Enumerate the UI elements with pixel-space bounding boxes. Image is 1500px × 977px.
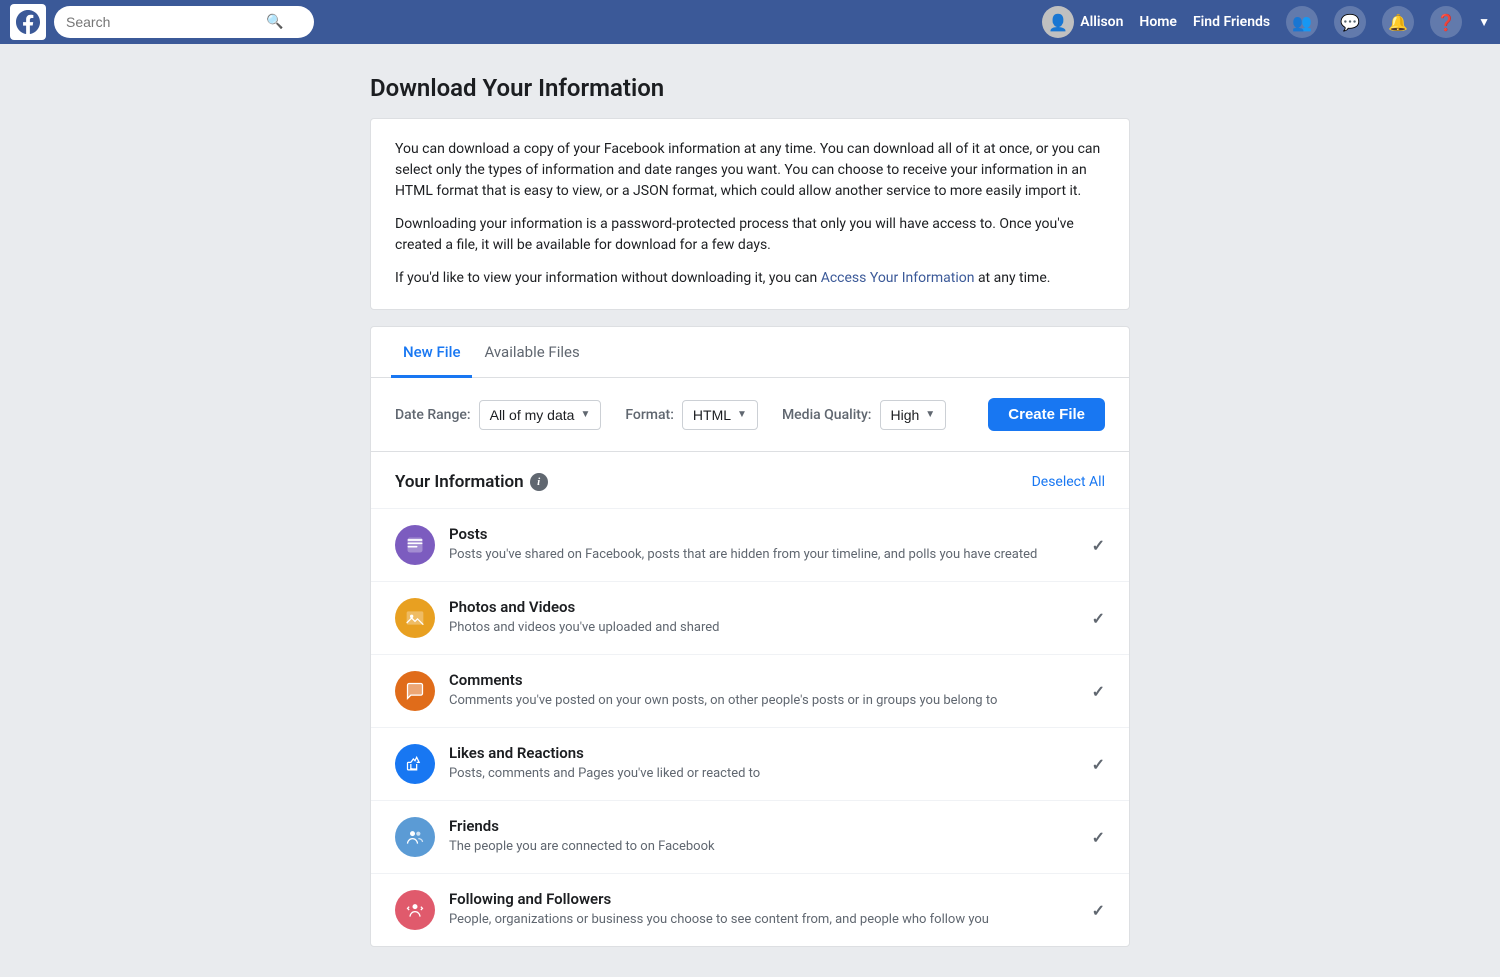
list-item[interactable]: Comments Comments you've posted on your …	[371, 654, 1129, 727]
list-item[interactable]: Following and Followers People, organiza…	[371, 873, 1129, 946]
item-name: Following and Followers	[449, 890, 1080, 908]
check-icon: ✓	[1092, 901, 1105, 920]
photos-videos-icon	[395, 598, 435, 638]
list-item[interactable]: Photos and Videos Photos and videos you'…	[371, 581, 1129, 654]
item-description: Comments you've posted on your own posts…	[449, 692, 1080, 710]
date-range-dropdown[interactable]: All of my data ▼	[479, 400, 602, 430]
following-followers-icon	[395, 890, 435, 930]
item-description: Posts, comments and Pages you've liked o…	[449, 765, 1080, 783]
deselect-all-link[interactable]: Deselect All	[1032, 474, 1105, 490]
info-paragraph-3: If you'd like to view your information w…	[395, 268, 1105, 289]
format-dropdown[interactable]: HTML ▼	[682, 400, 758, 430]
item-description: The people you are connected to on Faceb…	[449, 838, 1080, 856]
media-quality-group: Media Quality: High ▼	[782, 400, 946, 430]
likes-reactions-icon	[395, 744, 435, 784]
controls-row: Date Range: All of my data ▼ Format: HTM…	[371, 378, 1129, 451]
list-item[interactable]: Likes and Reactions Posts, comments and …	[371, 727, 1129, 800]
info-icon: i	[530, 473, 548, 491]
file-card: New File Available Files Date Range: All…	[370, 326, 1130, 947]
help-icon[interactable]: ❓	[1430, 6, 1462, 38]
date-range-label: Date Range:	[395, 407, 471, 423]
chevron-down-icon: ▼	[580, 409, 590, 420]
facebook-logo[interactable]	[10, 4, 46, 40]
info-paragraph-1: You can download a copy of your Facebook…	[395, 139, 1105, 202]
item-description: Posts you've shared on Facebook, posts t…	[449, 546, 1080, 564]
search-icon: 🔍	[266, 14, 283, 30]
messenger-icon[interactable]: 💬	[1334, 6, 1366, 38]
user-menu[interactable]: 👤 Allison	[1042, 6, 1123, 38]
list-item[interactable]: Posts Posts you've shared on Facebook, p…	[371, 508, 1129, 581]
avatar: 👤	[1042, 6, 1074, 38]
people-icon[interactable]: 👥	[1286, 6, 1318, 38]
find-friends-link[interactable]: Find Friends	[1193, 14, 1270, 30]
check-icon: ✓	[1092, 828, 1105, 847]
list-item[interactable]: Friends The people you are connected to …	[371, 800, 1129, 873]
check-icon: ✓	[1092, 536, 1105, 555]
navbar: 🔍 👤 Allison Home Find Friends 👥 💬 🔔 ❓ ▼	[0, 0, 1500, 44]
check-icon: ✓	[1092, 755, 1105, 774]
item-name: Photos and Videos	[449, 598, 1080, 616]
info-items-list: Posts Posts you've shared on Facebook, p…	[371, 508, 1129, 946]
comments-icon	[395, 671, 435, 711]
tab-available-files[interactable]: Available Files	[472, 327, 591, 378]
item-description: People, organizations or business you ch…	[449, 911, 1080, 929]
friends-icon	[395, 817, 435, 857]
user-name: Allison	[1080, 14, 1123, 30]
item-name: Friends	[449, 817, 1080, 835]
create-file-button[interactable]: Create File	[988, 398, 1105, 431]
notifications-icon[interactable]: 🔔	[1382, 6, 1414, 38]
item-name: Posts	[449, 525, 1080, 543]
main-content: Download Your Information You can downlo…	[350, 44, 1150, 977]
date-range-group: Date Range: All of my data ▼	[395, 400, 601, 430]
page-title: Download Your Information	[370, 74, 1130, 102]
chevron-down-icon[interactable]: ▼	[1478, 15, 1490, 29]
search-input[interactable]	[66, 14, 266, 30]
chevron-down-icon: ▼	[737, 409, 747, 420]
item-name: Comments	[449, 671, 1080, 689]
media-quality-label: Media Quality:	[782, 407, 872, 423]
format-group: Format: HTML ▼	[625, 400, 758, 430]
tabs-bar: New File Available Files	[371, 327, 1129, 378]
navbar-right: 👤 Allison Home Find Friends 👥 💬 🔔 ❓ ▼	[1042, 6, 1490, 38]
tab-new-file[interactable]: New File	[391, 327, 472, 378]
check-icon: ✓	[1092, 682, 1105, 701]
format-label: Format:	[625, 407, 674, 423]
info-paragraph-2: Downloading your information is a passwo…	[395, 214, 1105, 256]
search-bar[interactable]: 🔍	[54, 6, 314, 38]
item-name: Likes and Reactions	[449, 744, 1080, 762]
info-card: You can download a copy of your Facebook…	[370, 118, 1130, 310]
your-information-header: Your Information i Deselect All	[371, 451, 1129, 508]
access-info-link[interactable]: Access Your Information	[821, 270, 975, 286]
chevron-down-icon: ▼	[925, 409, 935, 420]
home-link[interactable]: Home	[1139, 14, 1177, 30]
posts-icon	[395, 525, 435, 565]
media-quality-dropdown[interactable]: High ▼	[880, 400, 947, 430]
your-information-title: Your Information i	[395, 472, 548, 492]
item-description: Photos and videos you've uploaded and sh…	[449, 619, 1080, 637]
check-icon: ✓	[1092, 609, 1105, 628]
